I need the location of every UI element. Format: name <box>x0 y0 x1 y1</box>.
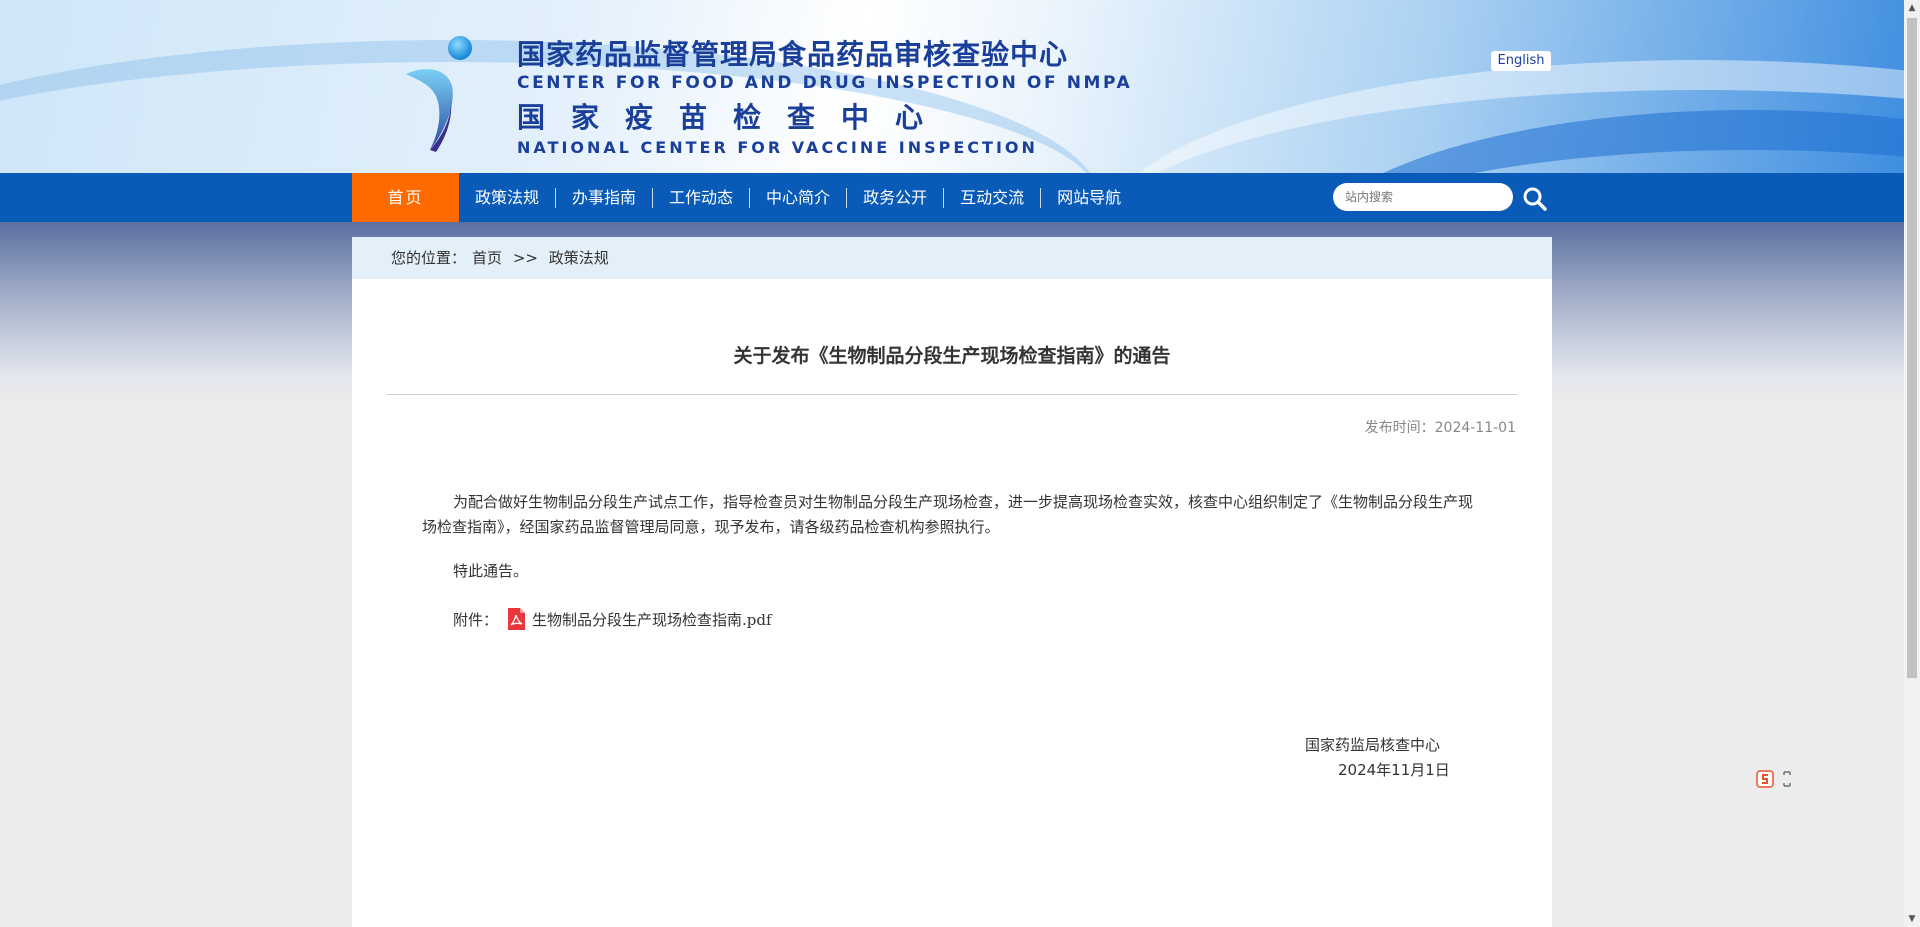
expand-icon[interactable] <box>1782 770 1792 788</box>
scroll-down-arrow[interactable]: ▼ <box>1904 911 1920 927</box>
scrollbar[interactable]: ▲ ▼ <box>1904 0 1920 927</box>
attachment-label: 附件： <box>453 610 499 629</box>
article-paragraph: 为配合做好生物制品分段生产试点工作，指导检查员对生物制品分段生产现场检查，进一步… <box>422 493 1474 536</box>
nav-item-interaction[interactable]: 互动交流 <box>944 173 1040 222</box>
header-banner: 国家药品监督管理局食品药品审核查验中心 CENTER FOR FOOD AND … <box>0 0 1904 173</box>
nav-item-policy[interactable]: 政策法规 <box>459 173 555 222</box>
english-button[interactable]: English <box>1491 51 1551 71</box>
breadcrumb: 您的位置： 首页 >> 政策法规 <box>352 237 1552 279</box>
publish-time: 发布时间：2024-11-01 <box>1364 420 1516 436</box>
breadcrumb-separator: >> <box>512 249 538 267</box>
nav-item-about[interactable]: 中心简介 <box>750 173 846 222</box>
scroll-thumb[interactable] <box>1907 18 1917 678</box>
attachment-row: 附件： 生物制品分段生产现场检查指南.pdf <box>453 607 772 631</box>
nav-item-news[interactable]: 工作动态 <box>653 173 749 222</box>
main-nav: 首页 政策法规 办事指南 工作动态 中心简介 政务公开 互动交流 网站导航 <box>0 173 1904 222</box>
breadcrumb-current[interactable]: 政策法规 <box>549 249 609 267</box>
signature-date: 2024年11月1日 <box>1338 761 1450 779</box>
org-name-cn: 国家药品监督管理局食品药品审核查验中心 <box>517 38 1069 71</box>
content-panel: 您的位置： 首页 >> 政策法规 关于发布《生物制品分段生产现场检查指南》的通告 … <box>352 237 1552 927</box>
center-name-cn: 国家疫苗检查中心 <box>517 101 950 134</box>
pdf-icon <box>508 608 526 630</box>
logo-text: 国家药品监督管理局食品药品审核查验中心 CENTER FOR FOOD AND … <box>517 38 1132 158</box>
nav-item-guide[interactable]: 办事指南 <box>556 173 652 222</box>
nav-item-gov-affairs[interactable]: 政务公开 <box>847 173 943 222</box>
nav-item-home[interactable]: 首页 <box>352 173 459 222</box>
breadcrumb-prefix: 您的位置： <box>391 249 467 267</box>
search-input[interactable] <box>1333 183 1513 211</box>
nav-list: 首页 政策法规 办事指南 工作动态 中心简介 政务公开 互动交流 网站导航 <box>352 173 1137 222</box>
search-icon[interactable] <box>1522 186 1548 212</box>
scroll-up-arrow[interactable]: ▲ <box>1904 0 1920 16</box>
org-name-en: CENTER FOR FOOD AND DRUG INSPECTION OF N… <box>517 73 1133 93</box>
signature-org: 国家药监局核查中心 <box>1305 736 1441 754</box>
title-divider <box>387 394 1517 395</box>
floating-tools <box>1756 770 1792 788</box>
nav-item-sitemap[interactable]: 网站导航 <box>1041 173 1137 222</box>
attachment-link[interactable]: 生物制品分段生产现场检查指南.pdf <box>532 609 772 630</box>
sogou-icon[interactable] <box>1756 770 1774 788</box>
article-title: 关于发布《生物制品分段生产现场检查指南》的通告 <box>733 345 1171 367</box>
breadcrumb-home[interactable]: 首页 <box>472 249 502 267</box>
center-name-en: NATIONAL CENTER FOR VACCINE INSPECTION <box>517 138 1038 157</box>
article-body: 为配合做好生物制品分段生产试点工作，指导检查员对生物制品分段生产现场检查，进一步… <box>422 490 1482 540</box>
article-paragraph: 特此通告。 <box>453 562 529 580</box>
logo-icon <box>406 36 472 152</box>
